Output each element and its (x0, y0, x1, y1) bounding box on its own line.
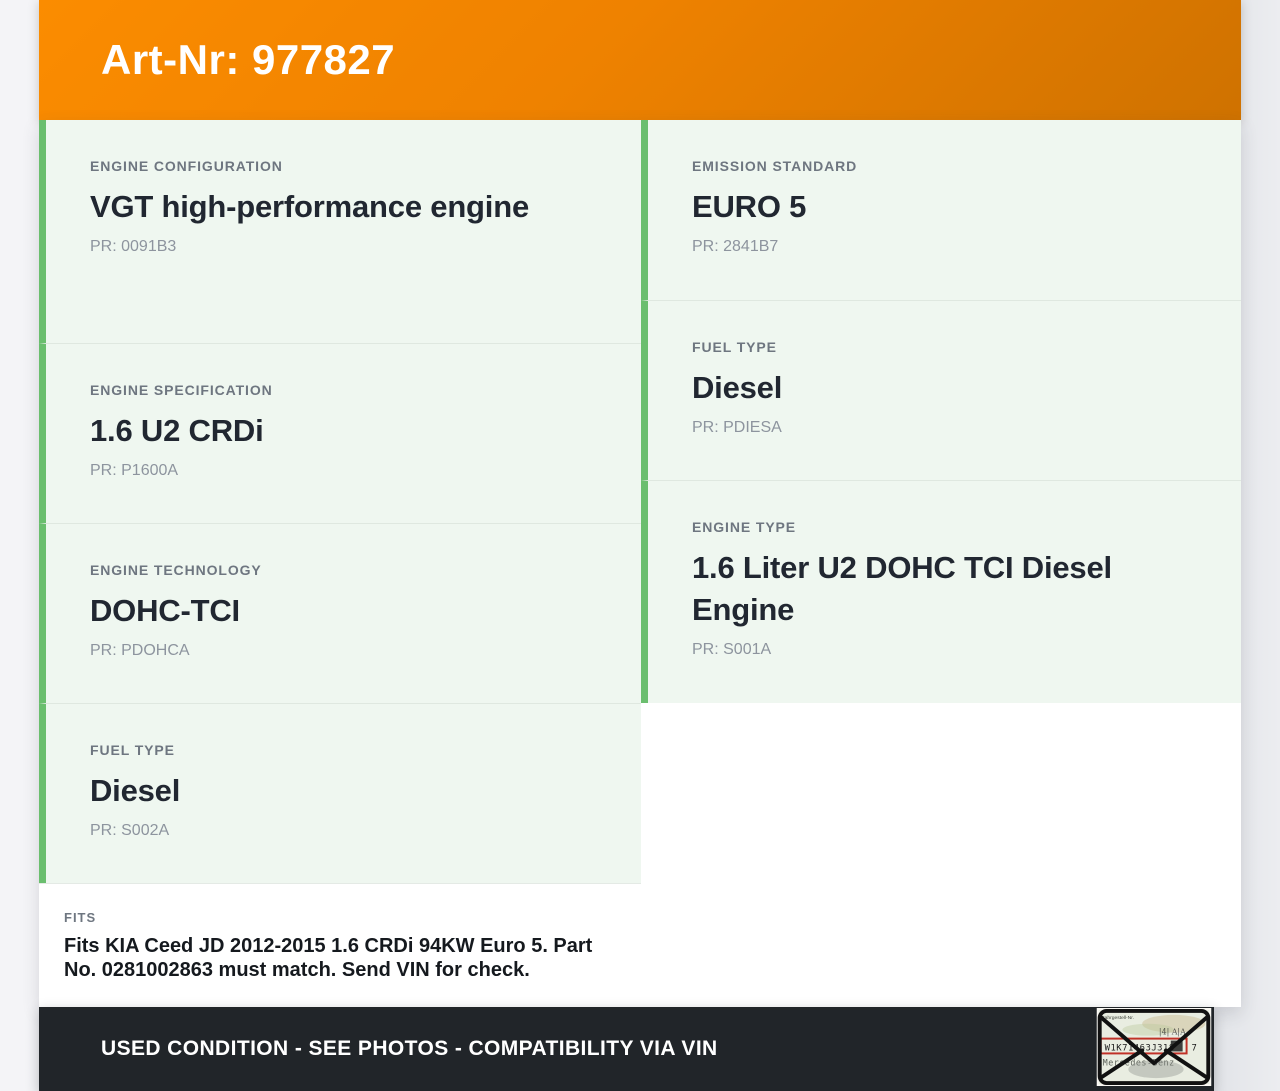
card-pr-code: PR: S001A (692, 641, 772, 658)
doc-fragment-text: |4| A|A (1159, 1028, 1186, 1037)
card-label: ENGINE TYPE (692, 519, 797, 535)
left-column: ENGINE CONFIGURATION VGT high-performanc… (39, 120, 641, 1007)
card-value: VGT high-performance engine (90, 189, 529, 224)
card-engine-configuration: ENGINE CONFIGURATION VGT high-performanc… (39, 120, 641, 343)
right-column-filler (641, 703, 1241, 1007)
card-label: ENGINE SPECIFICATION (90, 382, 273, 398)
fits-text: Fits KIA Ceed JD 2012-2015 1.6 CRDi 94KW… (64, 935, 593, 981)
page-title: Art-Nr: 977827 (101, 36, 396, 83)
card-pr-code: PR: 0091B3 (90, 238, 177, 255)
card-value: Diesel (692, 370, 783, 405)
card-label: FUEL TYPE (692, 339, 777, 355)
card-value: EURO 5 (692, 189, 807, 224)
card-pr-code: PR: PDOHCA (90, 642, 190, 659)
fits-section: FITS Fits KIA Ceed JD 2012-2015 1.6 CRDi… (39, 883, 641, 1007)
card-value: 1.6 U2 CRDi (90, 413, 264, 448)
card-value: DOHC-TCI (90, 593, 240, 628)
card-fuel-type-left: FUEL TYPE Diesel PR: S002A (39, 703, 641, 883)
card-label: ENGINE TECHNOLOGY (90, 562, 262, 578)
card-engine-technology: ENGINE TECHNOLOGY DOHC-TCI PR: PDOHCA (39, 523, 641, 703)
card-value: Diesel (90, 773, 181, 808)
card-fuel-type-right: FUEL TYPE Diesel PR: PDIESA (641, 300, 1241, 480)
card-label: FUEL TYPE (90, 742, 175, 758)
card-pr-code: PR: PDIESA (692, 419, 782, 436)
condition-banner: USED CONDITION - SEE PHOTOS - COMPATIBIL… (39, 1007, 1214, 1091)
vin-envelope-image: Fahrgestell-Nr. |4| A|A W1K71463J318 7 M… (1096, 1008, 1212, 1086)
fits-label: FITS (64, 910, 97, 925)
listing-page: Art-Nr: 977827 ENGINE CONFIGURATION VGT … (39, 0, 1241, 1091)
card-label: ENGINE CONFIGURATION (90, 158, 283, 174)
condition-banner-text: USED CONDITION - SEE PHOTOS - COMPATIBIL… (101, 1037, 718, 1060)
card-pr-code: PR: P1600A (90, 462, 179, 479)
card-engine-type: ENGINE TYPE 1.6 Liter U2 DOHC TCI Diesel… (641, 480, 1241, 703)
header-banner: Art-Nr: 977827 (39, 0, 1241, 120)
vin-outside-digit: 7 (1192, 1043, 1197, 1053)
right-column: EMISSION STANDARD EURO 5 PR: 2841B7 FUEL… (641, 120, 1241, 1007)
card-label: EMISSION STANDARD (692, 158, 858, 174)
spec-columns: ENGINE CONFIGURATION VGT high-performanc… (39, 120, 1241, 1007)
card-emission-standard: EMISSION STANDARD EURO 5 PR: 2841B7 (641, 120, 1241, 300)
card-value: 1.6 Liter U2 DOHC TCI Diesel Engine (692, 550, 1112, 627)
card-pr-code: PR: S002A (90, 822, 170, 839)
card-engine-specification: ENGINE SPECIFICATION 1.6 U2 CRDi PR: P16… (39, 343, 641, 523)
card-pr-code: PR: 2841B7 (692, 238, 779, 255)
